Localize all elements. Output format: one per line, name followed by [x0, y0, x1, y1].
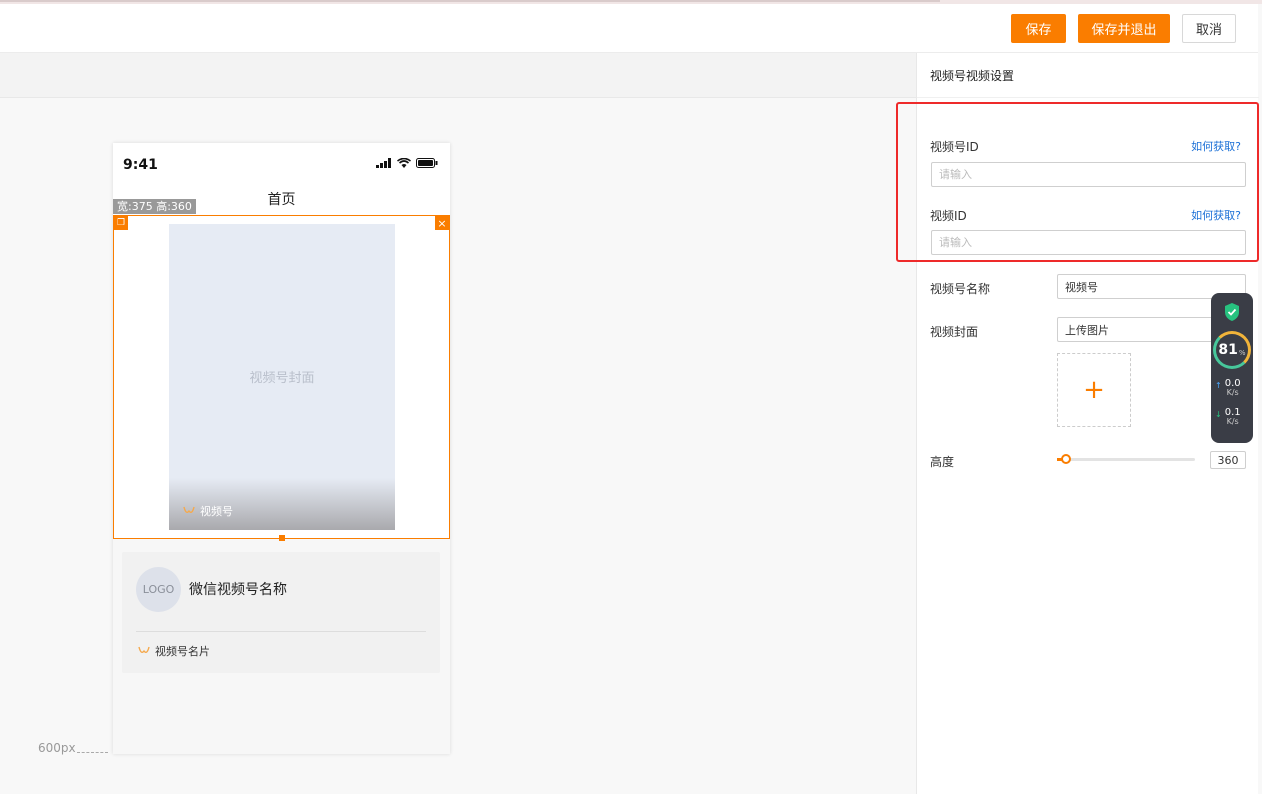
upload-speed: ↑ 0.0 K/s — [1215, 379, 1241, 397]
video-cover: 视频号封面 视频号 — [169, 224, 395, 530]
close-icon[interactable]: × — [435, 216, 449, 230]
channels-icon — [138, 646, 150, 654]
phone-preview: 9:41 首页 宽:375 高:360 ❐ × 视频号封面 视频号 LOGO 微… — [113, 143, 450, 754]
copy-icon[interactable]: ❐ — [114, 216, 128, 230]
status-icons — [376, 158, 438, 168]
channel-card: LOGO 微信视频号名称 视频号名片 — [122, 552, 440, 673]
upload-button[interactable]: + — [1057, 353, 1131, 427]
plus-icon: + — [1083, 375, 1105, 405]
download-speed-unit: K/s — [1226, 417, 1239, 426]
system-monitor-widget[interactable]: 81 % ↑ 0.0 K/s ↓ 0.1 K/s — [1211, 293, 1253, 443]
height-slider[interactable] — [1057, 454, 1195, 464]
height-slider-thumb[interactable] — [1061, 454, 1071, 464]
score-gauge: 81 % — [1213, 331, 1251, 369]
channel-logo: LOGO — [136, 567, 181, 612]
score-unit: % — [1238, 348, 1246, 357]
video-id-help-link[interactable]: 如何获取? — [1191, 207, 1241, 223]
cover-channel-tag: 视频号 — [183, 503, 233, 519]
size-tag: 宽:375 高:360 — [113, 199, 196, 214]
score-value: 81 — [1218, 342, 1238, 358]
card-divider — [136, 631, 426, 632]
save-and-exit-button[interactable]: 保存并退出 — [1078, 14, 1170, 43]
cancel-button[interactable]: 取消 — [1182, 14, 1236, 43]
download-speed: ↓ 0.1 K/s — [1215, 408, 1241, 426]
height-label: 高度 — [930, 455, 955, 469]
status-time: 9:41 — [123, 157, 158, 173]
arrow-up-icon: ↑ — [1215, 381, 1222, 390]
cover-channel-label: 视频号 — [200, 505, 233, 518]
channel-card-link: 视频号名片 — [138, 643, 210, 659]
height-value-input[interactable]: 360 — [1210, 451, 1246, 469]
shield-check-icon — [1225, 303, 1239, 321]
channel-id-help-link[interactable]: 如何获取? — [1191, 138, 1241, 154]
channel-name: 微信视频号名称 — [189, 582, 287, 598]
upload-speed-unit: K/s — [1226, 388, 1239, 397]
header-bar: 保存 保存并退出 取消 — [0, 4, 1258, 53]
panel-divider — [917, 97, 1259, 98]
cover-label: 视频封面 — [930, 325, 979, 339]
channels-icon — [183, 506, 195, 514]
video-id-label: 视频ID — [930, 209, 967, 223]
battery-icon — [416, 158, 438, 168]
channel-id-input[interactable] — [931, 162, 1246, 187]
arrow-down-icon: ↓ — [1215, 410, 1222, 419]
canvas-width-label: 600px — [38, 741, 76, 755]
wifi-icon — [397, 158, 411, 168]
canvas-toolbar — [0, 53, 916, 98]
save-button[interactable]: 保存 — [1011, 14, 1066, 43]
signal-icon — [376, 158, 391, 168]
panel-title: 视频号视频设置 — [930, 69, 1015, 83]
channel-id-label: 视频号ID — [930, 140, 979, 154]
channel-name-label: 视频号名称 — [930, 282, 991, 296]
cover-placeholder-text: 视频号封面 — [249, 371, 315, 386]
channel-card-label: 视频号名片 — [155, 645, 210, 658]
phone-status-bar: 9:41 — [113, 143, 450, 187]
video-component[interactable]: ❐ × 视频号封面 视频号 — [113, 215, 450, 541]
resize-handle[interactable] — [279, 535, 285, 541]
canvas-width-guide — [77, 752, 108, 753]
settings-panel: 视频号视频设置 视频号ID 如何获取? 视频ID 如何获取? 视频号名称 视频号… — [896, 53, 1259, 794]
video-id-input[interactable] — [931, 230, 1246, 255]
